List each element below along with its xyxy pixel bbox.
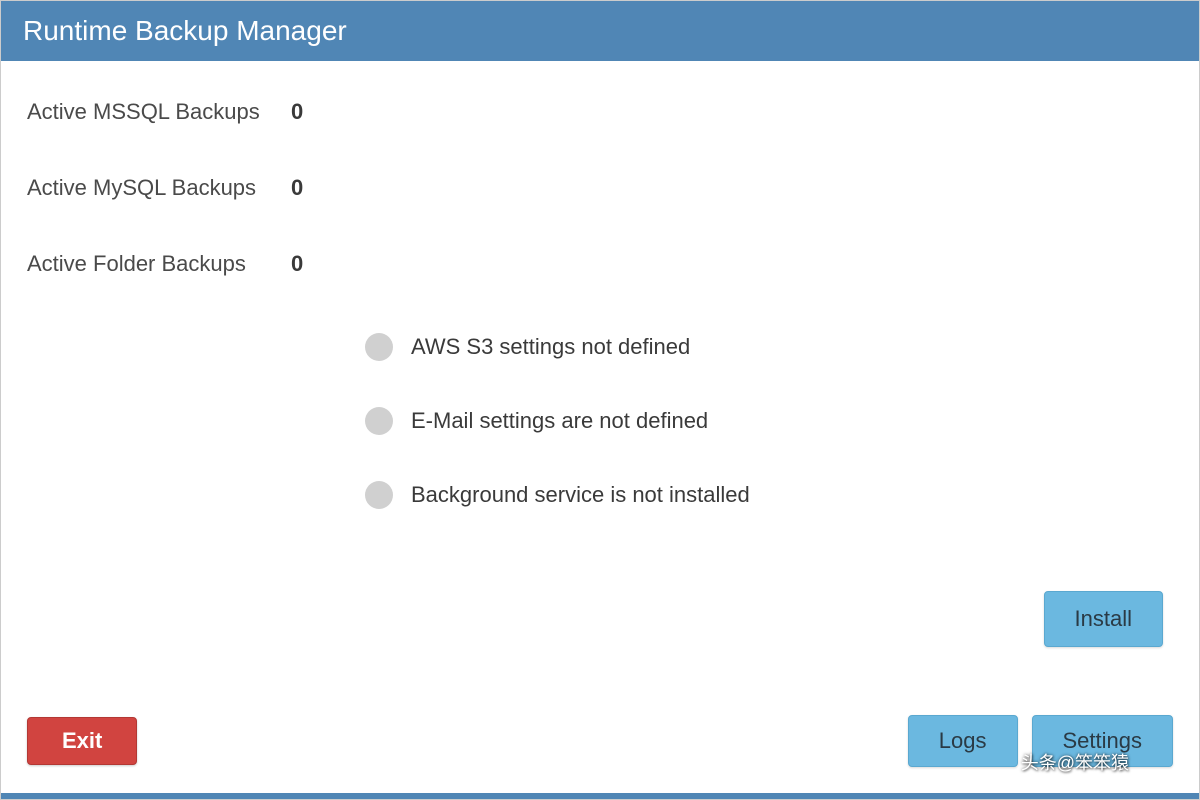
stat-value-mssql: 0: [291, 99, 303, 125]
status-row-email: E-Mail settings are not defined: [365, 407, 1173, 435]
stat-label-folder: Active Folder Backups: [27, 251, 287, 277]
main-content: Active MSSQL Backups 0 Active MySQL Back…: [1, 61, 1199, 795]
logs-button[interactable]: Logs: [908, 715, 1018, 767]
status-text-email: E-Mail settings are not defined: [411, 408, 708, 434]
stat-row-folder: Active Folder Backups 0: [27, 251, 1173, 277]
stat-value-folder: 0: [291, 251, 303, 277]
stat-row-mssql: Active MSSQL Backups 0: [27, 99, 1173, 125]
status-text-service: Background service is not installed: [411, 482, 750, 508]
stat-value-mysql: 0: [291, 175, 303, 201]
stat-label-mysql: Active MySQL Backups: [27, 175, 287, 201]
status-indicator-icon: [365, 481, 393, 509]
exit-button[interactable]: Exit: [27, 717, 137, 765]
window-titlebar: Runtime Backup Manager: [1, 1, 1199, 61]
install-button[interactable]: Install: [1044, 591, 1163, 647]
stats-section: Active MSSQL Backups 0 Active MySQL Back…: [27, 99, 1173, 277]
status-indicator-icon: [365, 333, 393, 361]
status-row-service: Background service is not installed: [365, 481, 1173, 509]
status-row-aws: AWS S3 settings not defined: [365, 333, 1173, 361]
settings-button[interactable]: Settings: [1032, 715, 1174, 767]
stat-row-mysql: Active MySQL Backups 0: [27, 175, 1173, 201]
status-text-aws: AWS S3 settings not defined: [411, 334, 690, 360]
status-indicator-icon: [365, 407, 393, 435]
status-section: AWS S3 settings not defined E-Mail setti…: [365, 333, 1173, 509]
stat-label-mssql: Active MSSQL Backups: [27, 99, 287, 125]
window-title: Runtime Backup Manager: [23, 15, 347, 46]
right-button-group: Logs Settings: [908, 715, 1173, 767]
footer-buttons: Exit Logs Settings: [1, 715, 1199, 767]
bottom-border-decoration: [1, 793, 1199, 799]
